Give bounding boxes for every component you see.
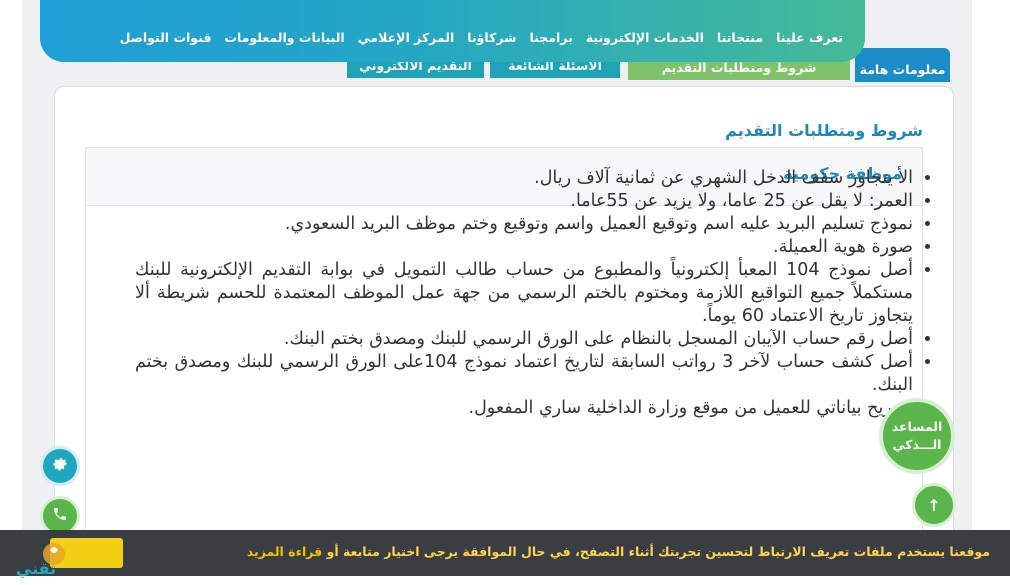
smart-assistant-button[interactable]: المساعد الـــذكي (879, 398, 955, 474)
cookie-message: موقعنا يستخدم ملفات تعريف الارتباط لتحسي… (247, 544, 990, 559)
cookie-banner: موقعنا يستخدم ملفات تعريف الارتباط لتحسي… (0, 530, 1010, 576)
gear-icon (51, 455, 69, 477)
site-logo: تقني (6, 540, 76, 580)
requirements-list: الأ يتجاوز سقف الدخل الشهري عن ثمانية آل… (135, 167, 935, 420)
section-title: شروط ومتطلبات التقديم (725, 121, 923, 140)
list-item: العمر: لا يقل عن 25 عاما، ولا يزيد عن 55… (135, 190, 913, 213)
read-more-link[interactable]: قراءة المزيد (247, 544, 322, 559)
nav-products[interactable]: منتجاتنا (717, 30, 763, 45)
list-item: الأ يتجاوز سقف الدخل الشهري عن ثمانية آل… (135, 167, 913, 190)
back-to-top-button[interactable]: ↑ (912, 483, 956, 527)
logo-text: تقني (16, 559, 56, 579)
nav-contact-channels[interactable]: قنوات التواصل (120, 30, 212, 45)
list-item: صورة هوية العميلة. (135, 236, 913, 259)
nav-about[interactable]: تعرف علينا (776, 30, 843, 45)
nav-data[interactable]: البيانات والمعلومات (224, 30, 344, 45)
list-item: أصل نموذج 104 المعبأ إلكترونياً والمطبوع… (135, 259, 913, 328)
list-item: أصل كشف حساب لآخر 3 رواتب السابقة لتاريخ… (135, 351, 913, 397)
main-navbar: تعرف علينا منتجاتنا الخدمات الإلكترونية … (40, 0, 865, 62)
list-item: تصريح بياناتي للعميل من موقع وزارة الداخ… (135, 397, 914, 420)
phone-icon (52, 506, 68, 526)
settings-button[interactable] (40, 446, 80, 486)
nav-partners[interactable]: شركاؤنا (467, 30, 516, 45)
nav-programs[interactable]: برامجنا (529, 30, 572, 45)
assistant-label-2: الـــذكي (892, 437, 942, 452)
nav-media-center[interactable]: المركز الإعلامي (358, 30, 455, 45)
assistant-label-1: المساعد (891, 419, 943, 434)
content-card: شروط ومتطلبات التقديم موظفة حكومية الأ ي… (54, 86, 954, 547)
nav-e-services[interactable]: الخدمات الإلكترونية (586, 30, 704, 45)
bottom-strip (0, 576, 1010, 585)
arrow-up-icon: ↑ (927, 495, 941, 515)
nav-menu: تعرف علينا منتجاتنا الخدمات الإلكترونية … (120, 30, 843, 45)
list-item: نموذج تسليم البريد عليه اسم وتوقيع العمي… (135, 213, 913, 236)
tab-important-info[interactable]: معلومات هامة (855, 48, 950, 82)
cookie-text: موقعنا يستخدم ملفات تعريف الارتباط لتحسي… (322, 544, 990, 559)
list-item: أصل رقم حساب الآيبان المسجل بالنظام على … (135, 328, 913, 351)
